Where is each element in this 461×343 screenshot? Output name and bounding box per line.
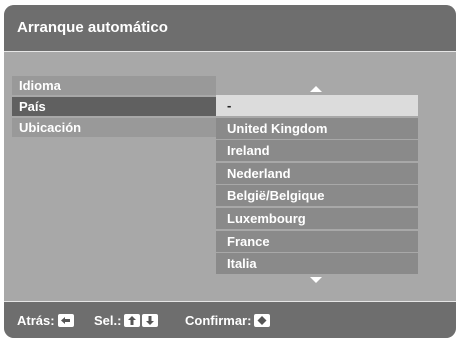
- down-arrow-key-icon: [142, 314, 159, 327]
- settings-menu: Idioma País Ubicación: [12, 76, 216, 139]
- country-option[interactable]: -: [216, 95, 418, 116]
- page-title: Arranque automático: [17, 19, 168, 36]
- title-bar: Arranque automático: [4, 5, 456, 52]
- select-hint: Sel.:: [94, 313, 159, 328]
- country-option[interactable]: United Kingdom: [216, 117, 418, 139]
- select-label: Sel.:: [94, 313, 122, 328]
- scroll-down-icon[interactable]: [310, 277, 322, 283]
- country-option[interactable]: France: [216, 230, 418, 252]
- country-option[interactable]: België/Belgique: [216, 185, 418, 207]
- up-arrow-key-icon: [124, 314, 141, 327]
- confirm-hint: Confirmar:: [185, 313, 271, 328]
- setup-screen: Arranque automático Idioma País Ubicació…: [4, 5, 456, 338]
- country-option[interactable]: Ireland: [216, 140, 418, 162]
- help-bar: Atrás: Sel.: Confirmar:: [4, 301, 456, 338]
- back-hint: Atrás:: [17, 313, 74, 328]
- scroll-up-icon[interactable]: [310, 86, 322, 92]
- country-list: - United Kingdom Ireland Nederland Belgi…: [216, 95, 418, 276]
- country-option[interactable]: Italia: [216, 253, 418, 275]
- left-arrow-key-icon: [57, 314, 74, 327]
- back-label: Atrás:: [17, 313, 55, 328]
- country-option[interactable]: Nederland: [216, 162, 418, 184]
- center-key-icon: [254, 314, 271, 327]
- menu-item-ubicacion[interactable]: Ubicación: [12, 118, 216, 137]
- country-option[interactable]: Luxembourg: [216, 207, 418, 229]
- menu-item-idioma[interactable]: Idioma: [12, 76, 216, 95]
- menu-item-pais[interactable]: País: [12, 97, 216, 116]
- confirm-label: Confirmar:: [185, 313, 252, 328]
